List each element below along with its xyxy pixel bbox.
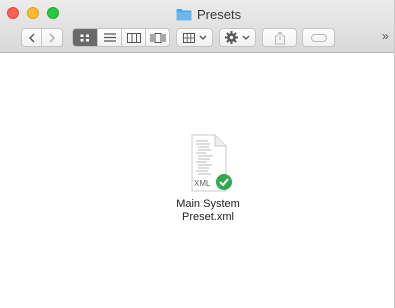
list-view-icon xyxy=(103,33,116,42)
folder-icon xyxy=(176,8,192,20)
file-name[interactable]: Main System Preset.xml xyxy=(160,198,256,224)
cover-flow-icon xyxy=(150,32,165,43)
tag-button[interactable] xyxy=(302,28,335,47)
icon-view-button[interactable] xyxy=(73,29,98,46)
chevron-right-icon xyxy=(49,33,55,42)
back-button[interactable] xyxy=(22,29,42,46)
window-title-text: Presets xyxy=(197,6,242,22)
gear-icon xyxy=(225,31,238,44)
forward-button[interactable] xyxy=(42,29,62,46)
finder-window: Presets » XML Main System Preset.xml xyxy=(0,0,395,308)
grid-icon xyxy=(182,32,195,43)
file-type-badge: XML xyxy=(194,179,211,188)
chevron-down-icon xyxy=(242,35,250,40)
close-button[interactable] xyxy=(7,7,19,19)
chevron-down-icon xyxy=(199,35,206,40)
file-name-line-1: Main System xyxy=(176,198,240,210)
share-button[interactable] xyxy=(262,28,297,47)
xml-file-icon: XML xyxy=(191,134,232,192)
file-item[interactable]: XML Main System Preset.xml xyxy=(160,133,256,224)
file-name-line-2: Preset.xml xyxy=(182,211,234,223)
minimize-button[interactable] xyxy=(27,7,39,19)
icon-view-icon xyxy=(80,34,89,41)
file-browser-area[interactable]: XML Main System Preset.xml xyxy=(0,53,394,308)
list-view-button[interactable] xyxy=(98,29,122,46)
toolbar-overflow-button[interactable]: » xyxy=(382,29,389,43)
view-mode-control xyxy=(72,28,170,47)
chevron-left-icon xyxy=(28,33,34,42)
share-icon xyxy=(274,30,285,44)
zoom-button[interactable] xyxy=(47,7,59,19)
action-button[interactable] xyxy=(219,28,256,47)
cover-flow-button[interactable] xyxy=(146,29,169,46)
titlebar: Presets » xyxy=(0,0,394,53)
tag-icon xyxy=(310,33,327,42)
arrange-button[interactable] xyxy=(176,28,213,47)
checkmark-icon xyxy=(216,174,232,190)
window-title: Presets xyxy=(176,5,241,23)
column-view-button[interactable] xyxy=(122,29,146,46)
column-view-icon xyxy=(126,32,141,43)
nav-buttons xyxy=(21,28,63,47)
